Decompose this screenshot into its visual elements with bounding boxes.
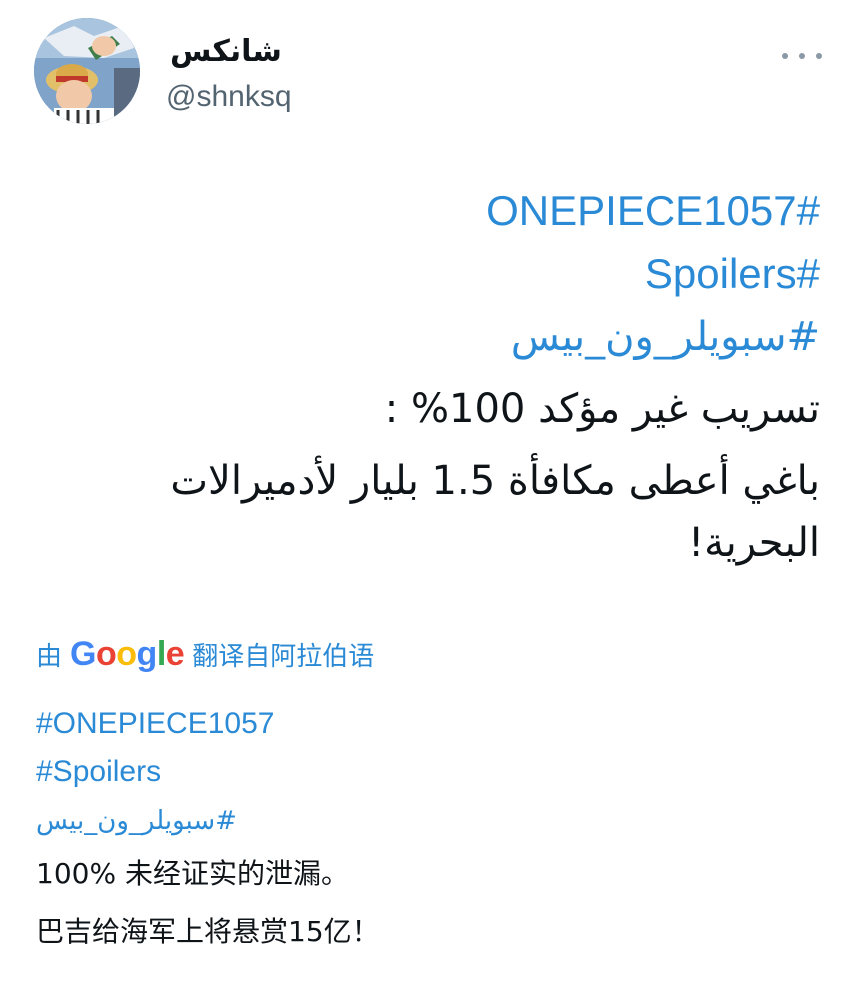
translation-suffix: 翻译自阿拉伯语 [192, 641, 375, 672]
google-logo-letter: o [95, 634, 117, 673]
display-name[interactable]: شانكس [170, 34, 282, 69]
hashtag-link[interactable]: #سبويلر_ون_بيس [36, 797, 237, 845]
hashtag-link[interactable]: #ONEPIECE1057 [36, 707, 274, 740]
translated-line: 巴吉给海军上将悬赏15亿！ [36, 915, 380, 948]
tweet-line: باغي أعطى مكافأة 1.5 بليار لأدميرالات [170, 458, 820, 504]
tweet-line: البحرية! [688, 520, 820, 566]
google-logo-letter: e [165, 634, 185, 673]
more-options-button[interactable] [782, 44, 822, 68]
translated-text: #ONEPIECE1057 #Spoilers #سبويلر_ون_بيس 1… [36, 700, 816, 961]
more-dots-icon [782, 53, 788, 59]
user-handle[interactable]: @shnksq [166, 80, 292, 114]
avatar[interactable] [34, 18, 140, 124]
more-dots-icon [799, 53, 805, 59]
hashtag-link[interactable]: #Spoilers [36, 755, 161, 788]
google-logo-letter: o [116, 634, 137, 673]
google-logo-letter: g [136, 634, 158, 673]
hashtag-link[interactable]: #Spoilers [645, 250, 820, 297]
tweet-text: #ONEPIECE1057 #Spoilers #سبويلر_ون_بيس ت… [30, 180, 820, 574]
tweet-line: تسريب غير مؤكد 100% : [384, 386, 820, 432]
translation-prefix: 由 [36, 641, 63, 672]
translated-line: 100% 未经证实的泄漏。 [36, 857, 349, 890]
hashtag-link[interactable]: #سبويلر_ون_بيس [511, 314, 820, 360]
google-logo-letter: G [70, 634, 96, 673]
tweet-header: شانكس @shnksq [0, 0, 856, 140]
hashtag-link[interactable]: #ONEPIECE1057 [486, 187, 820, 234]
more-dots-icon [816, 53, 822, 59]
avatar-image [34, 18, 140, 124]
google-logo-letter: l [156, 634, 166, 673]
translation-attribution[interactable]: 由 Google 翻译自阿拉伯语 [36, 632, 374, 676]
google-logo: Google [70, 634, 185, 674]
